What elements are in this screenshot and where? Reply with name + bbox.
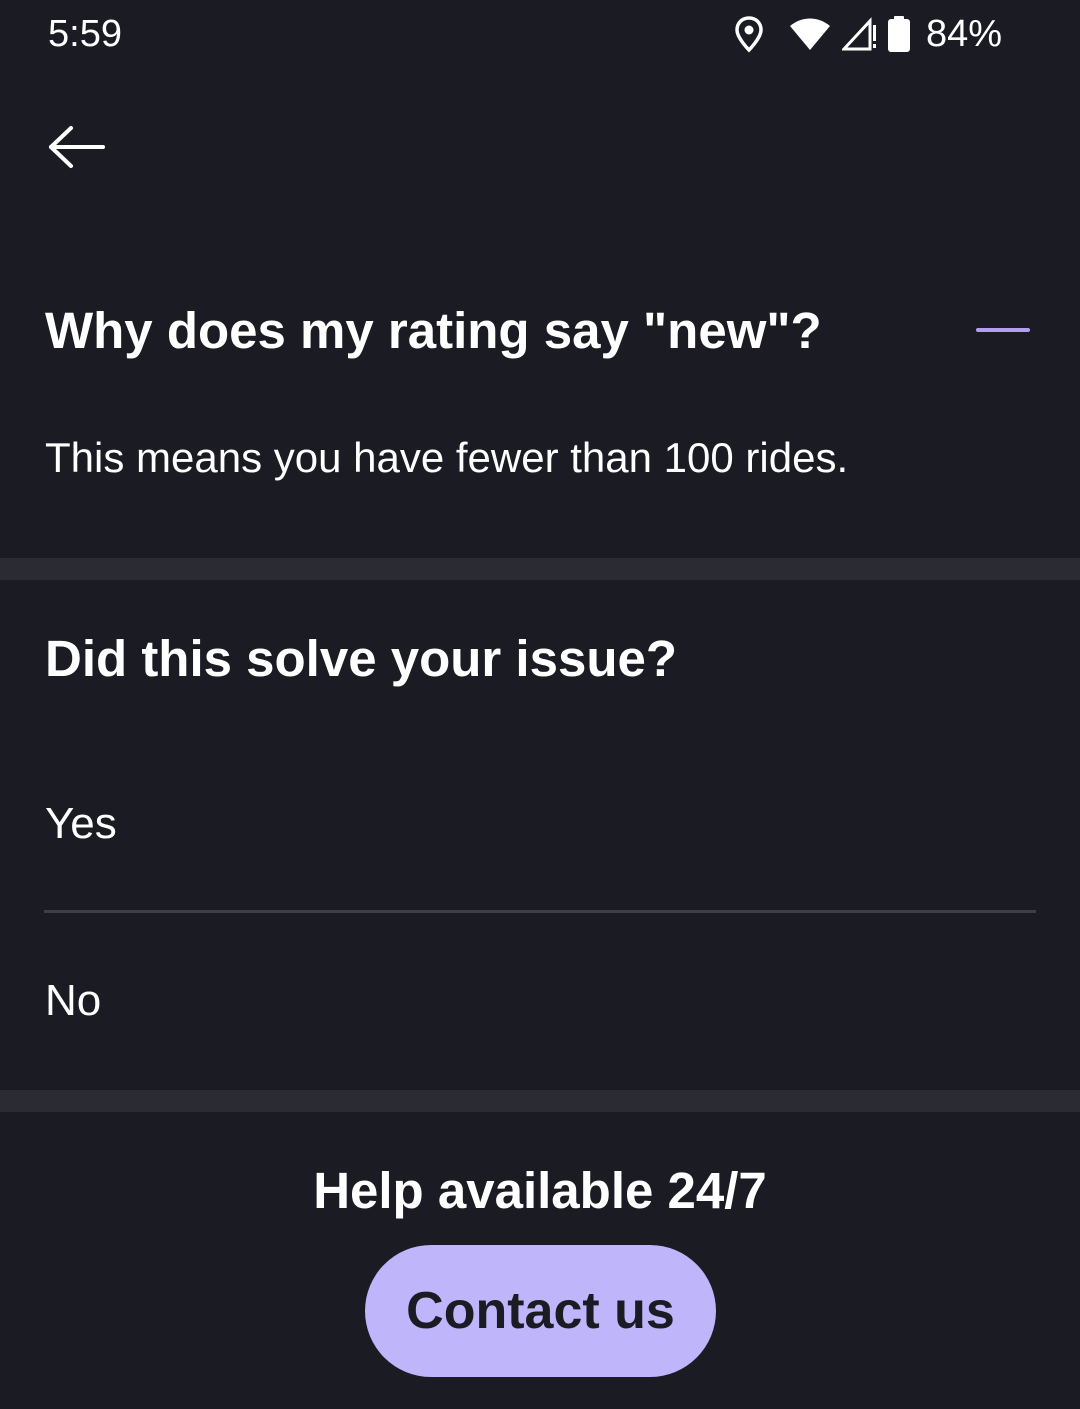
- battery-percent: 84%: [925, 13, 1002, 55]
- help-heading: Help available 24/7: [313, 1162, 767, 1219]
- arrow-left-icon: [47, 125, 105, 174]
- status-time: 5:59: [48, 13, 122, 55]
- section-divider: [0, 1090, 1080, 1112]
- section-divider: [0, 558, 1080, 580]
- signal-icon: [841, 17, 876, 51]
- battery-icon: [887, 16, 910, 52]
- contact-us-button[interactable]: Contact us: [365, 1245, 716, 1377]
- faq-question: Why does my rating say "new"?: [45, 302, 822, 359]
- collapse-button[interactable]: [962, 306, 1044, 356]
- option-no[interactable]: No: [0, 915, 1080, 1075]
- option-separator: [44, 910, 1036, 913]
- location-icon: [734, 15, 764, 53]
- minus-collapse-icon: [976, 328, 1030, 332]
- status-bar: 5:59 84%: [0, 0, 1080, 70]
- option-yes-label: Yes: [45, 799, 117, 848]
- feedback-title: Did this solve your issue?: [45, 630, 677, 687]
- option-yes[interactable]: Yes: [0, 745, 1080, 905]
- faq-answer: This means you have fewer than 100 rides…: [45, 434, 849, 481]
- wifi-icon: [789, 18, 830, 50]
- back-button[interactable]: [40, 118, 112, 180]
- option-no-label: No: [45, 976, 102, 1025]
- status-icons: 84%: [734, 12, 1002, 56]
